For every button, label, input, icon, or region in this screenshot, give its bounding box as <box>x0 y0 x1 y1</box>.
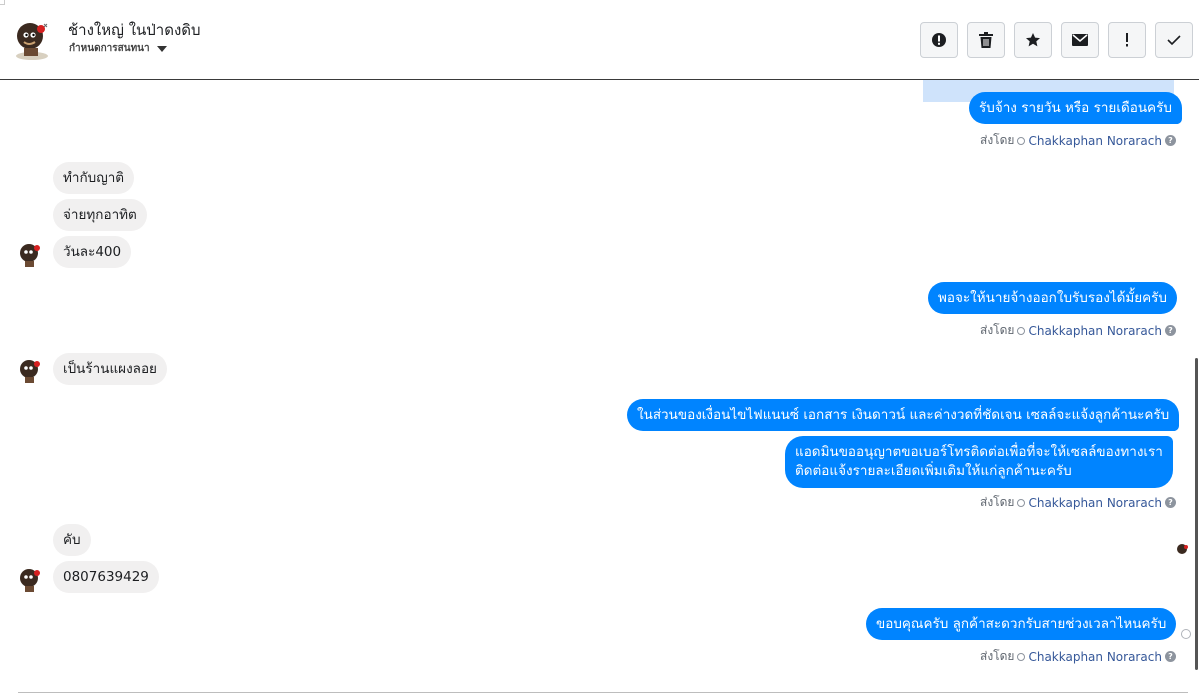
read-receipt-avatar <box>1177 544 1188 554</box>
outgoing-message[interactable]: ในส่วนของเงื่อนไขไฟแนนซ์ เอกสาร เงินดาวน… <box>627 399 1180 431</box>
incoming-message[interactable]: เป็นร้านแผงลอย <box>53 353 167 385</box>
message-line: ติดต่อแจ้งรายละเอียดเพิ่มเติมให้แก่ลูกค้… <box>795 463 1072 479</box>
sender-name-link[interactable]: Chakkaphan Norarach <box>1028 650 1161 664</box>
sender-name-link[interactable]: Chakkaphan Norarach <box>1028 496 1161 510</box>
verified-icon <box>1017 498 1026 507</box>
alert-circle-icon <box>932 33 946 47</box>
outgoing-message[interactable]: แอดมินขออนุญาตขอเบอร์โทรติดต่อเพื่อที่จะ… <box>785 436 1173 488</box>
verified-icon <box>1017 326 1026 335</box>
sent-by-prefix: ส่งโดย <box>980 323 1015 337</box>
mark-done-button[interactable] <box>1155 22 1193 58</box>
trash-icon <box>979 32 993 48</box>
message-thread: รับจ้าง รายวัน หรือ รายเดือนครับ ส่งโดย … <box>0 80 1199 695</box>
sender-name-link[interactable]: Chakkaphan Norarach <box>1028 134 1161 148</box>
verified-icon <box>1017 136 1026 145</box>
help-icon[interactable]: ? <box>1164 135 1176 146</box>
conversation-settings-dropdown[interactable]: กำหนดการสนทนา <box>69 41 167 56</box>
sent-by-info: ส่งโดย Chakkaphan Norarach ? <box>980 493 1176 512</box>
contact-avatar-small <box>20 244 40 267</box>
sent-by-info: ส่งโดย Chakkaphan Norarach ? <box>980 321 1176 340</box>
contact-avatar-small <box>20 569 40 592</box>
sent-by-prefix: ส่งโดย <box>980 495 1015 509</box>
envelope-icon <box>1072 34 1088 46</box>
composer-divider <box>18 692 1188 693</box>
sent-by-info: ส่งโดย Chakkaphan Norarach ? <box>980 131 1176 150</box>
incoming-message[interactable]: จ่ายทุกอาทิต <box>53 199 147 231</box>
incoming-message[interactable]: ทำกับญาติ <box>53 162 135 194</box>
sent-by-prefix: ส่งโดย <box>980 649 1015 663</box>
help-icon[interactable]: ? <box>1164 497 1176 508</box>
conversation-header: ช้างใหญ่ ในป่าดงดิบ กำหนดการสนทนา <box>0 0 1199 80</box>
contact-avatar[interactable] <box>12 18 52 60</box>
outgoing-message[interactable]: รับจ้าง รายวัน หรือ รายเดือนครับ <box>969 92 1182 124</box>
verified-icon <box>1017 652 1026 661</box>
contact-avatar-small <box>20 360 40 383</box>
help-icon[interactable]: ? <box>1164 325 1176 336</box>
delete-button[interactable] <box>967 22 1005 58</box>
conversation-title: ช้างใหญ่ ในป่าดงดิบ <box>68 21 201 39</box>
mark-spam-button[interactable] <box>1108 22 1146 58</box>
check-icon <box>1167 35 1181 46</box>
star-button[interactable] <box>1014 22 1052 58</box>
help-icon[interactable]: ? <box>1164 651 1176 662</box>
star-icon <box>1026 33 1040 47</box>
report-button[interactable] <box>920 22 958 58</box>
message-line: แอดมินขออนุญาตขอเบอร์โทรติดต่อเพื่อที่จะ… <box>795 444 1163 460</box>
conversation-settings-label: กำหนดการสนทนา <box>69 43 150 54</box>
conversation-toolbar <box>920 22 1193 58</box>
sender-name-link[interactable]: Chakkaphan Norarach <box>1028 324 1161 338</box>
outgoing-message[interactable]: ขอบคุณครับ ลูกค้าสะดวกรับสายช่วงเวลาไหนค… <box>866 608 1177 640</box>
sent-by-info: ส่งโดย Chakkaphan Norarach ? <box>980 647 1176 666</box>
incoming-message[interactable]: วันละ400 <box>53 236 132 268</box>
sent-status-icon <box>1181 629 1191 639</box>
window-corner <box>0 0 5 5</box>
outgoing-message[interactable]: พอจะให้นายจ้างออกใบรับรองได้มั้ยครับ <box>928 282 1177 314</box>
mark-unread-button[interactable] <box>1061 22 1099 58</box>
incoming-message[interactable]: 0807639429 <box>53 561 159 593</box>
caret-down-icon <box>156 45 167 52</box>
thread-scrollbar[interactable] <box>1195 358 1198 670</box>
sent-by-prefix: ส่งโดย <box>980 133 1015 147</box>
incoming-message[interactable]: คับ <box>53 524 91 556</box>
exclamation-icon <box>1126 33 1128 47</box>
